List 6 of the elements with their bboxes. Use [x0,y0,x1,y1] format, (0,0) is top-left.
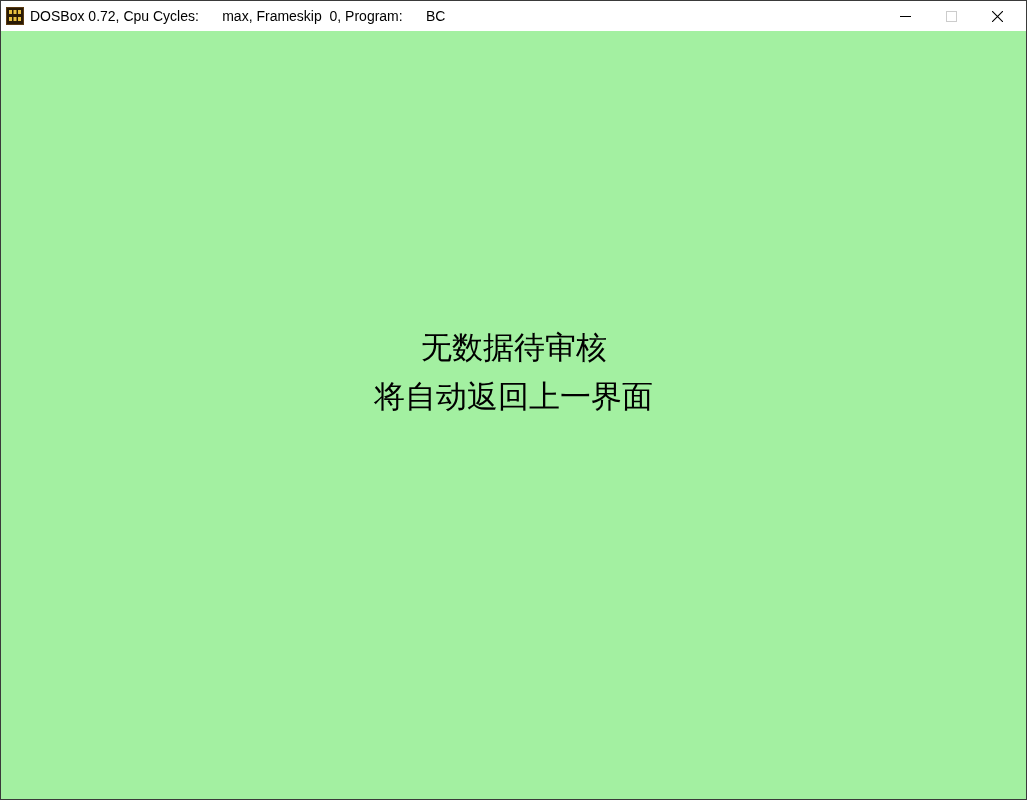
app-icon [6,7,24,25]
close-icon [991,10,1003,22]
window-title: DOSBox 0.72, Cpu Cycles: max, Frameskip 0, Program: BC [30,6,446,26]
message-text: 无数据待审核 [420,328,607,367]
message-text: 将自动返回上一界面 [374,377,653,416]
maximize-icon [945,10,957,22]
